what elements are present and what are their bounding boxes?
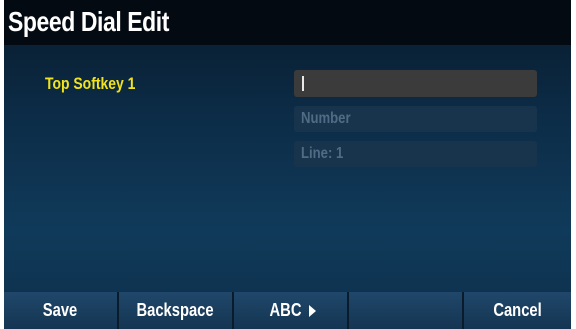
text-cursor (302, 76, 304, 91)
line-select-value: Line: 1 (301, 145, 344, 162)
phone-screen: Speed Dial Edit Top Softkey 1 Number Lin… (4, 0, 571, 329)
softkey-label: Top Softkey 1 (45, 74, 136, 93)
backspace-button[interactable]: Backspace (119, 292, 234, 329)
number-input-placeholder: Number (301, 110, 351, 127)
abc-mode-button[interactable]: ABC (234, 292, 349, 329)
right-arrow-icon (308, 304, 316, 317)
cancel-button-label: Cancel (493, 300, 542, 320)
save-button[interactable]: Save (4, 292, 119, 329)
number-input[interactable]: Number (294, 106, 537, 132)
title-bar: Speed Dial Edit (4, 0, 571, 45)
name-input[interactable] (294, 70, 537, 97)
abc-mode-label: ABC (269, 300, 301, 320)
backspace-button-label: Backspace (136, 300, 215, 320)
empty-softkey[interactable] (349, 292, 464, 329)
cancel-button[interactable]: Cancel (464, 292, 571, 329)
softkey-bar: Save Backspace ABC Cancel (4, 292, 571, 329)
page-title: Speed Dial Edit (8, 6, 169, 37)
save-button-label: Save (43, 300, 78, 320)
line-select[interactable]: Line: 1 (294, 141, 537, 167)
